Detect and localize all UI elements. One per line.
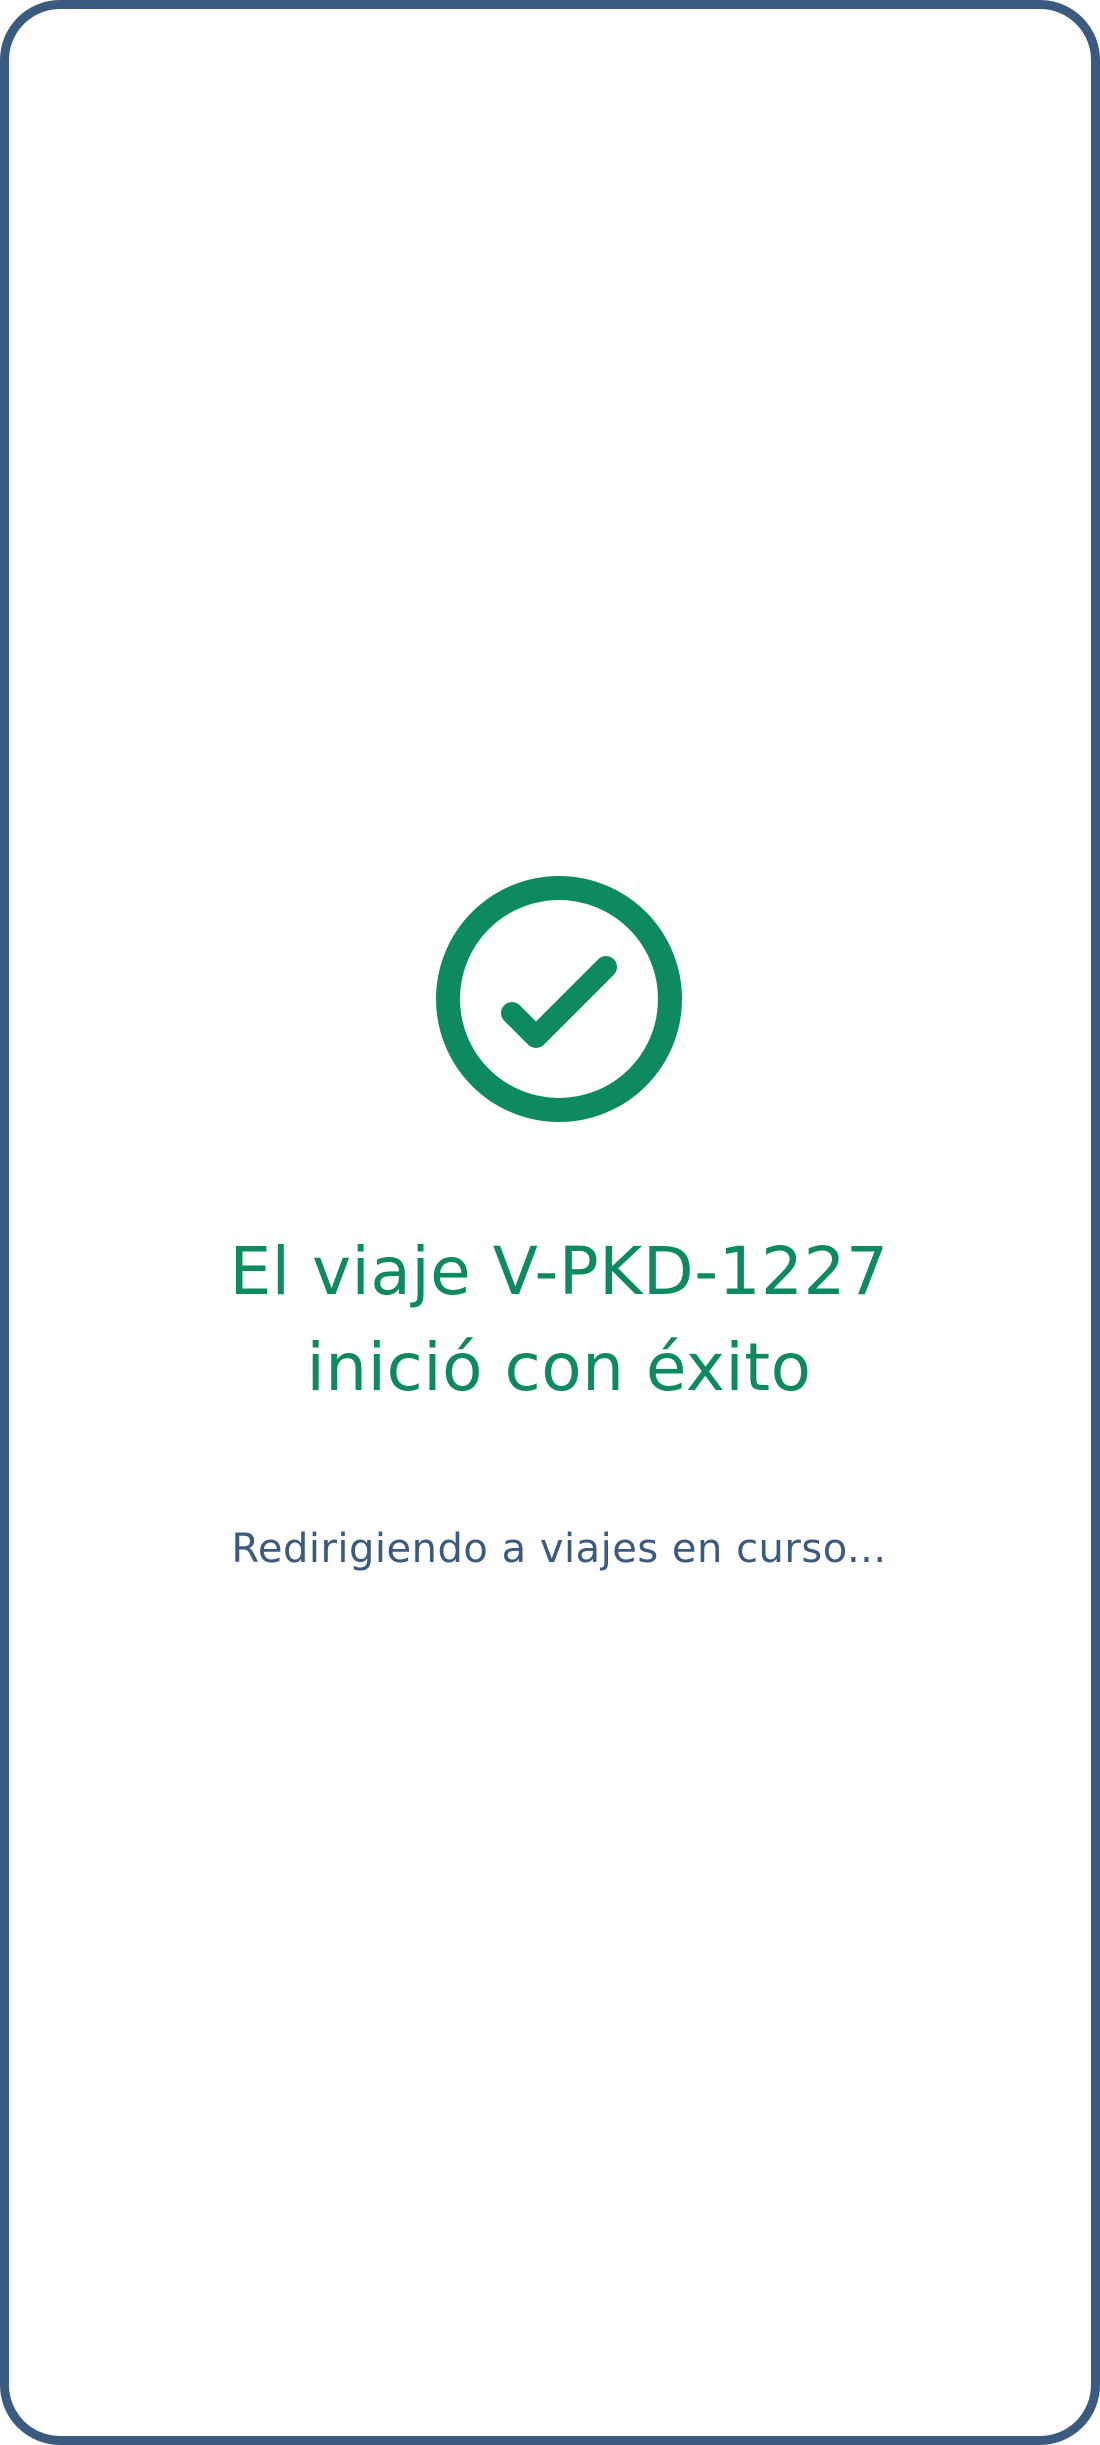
success-title-line-1: El viaje V-PKD-1227 (229, 1233, 889, 1310)
check-circle-icon (436, 876, 682, 1122)
screen-frame: El viaje V-PKD-1227 inició con éxito Red… (0, 0, 1100, 2445)
success-title-line-2: inició con éxito (306, 1329, 812, 1406)
success-title: El viaje V-PKD-1227 inició con éxito (59, 1224, 1059, 1416)
redirect-message: Redirigiendo a viajes en curso... (231, 1526, 887, 1572)
